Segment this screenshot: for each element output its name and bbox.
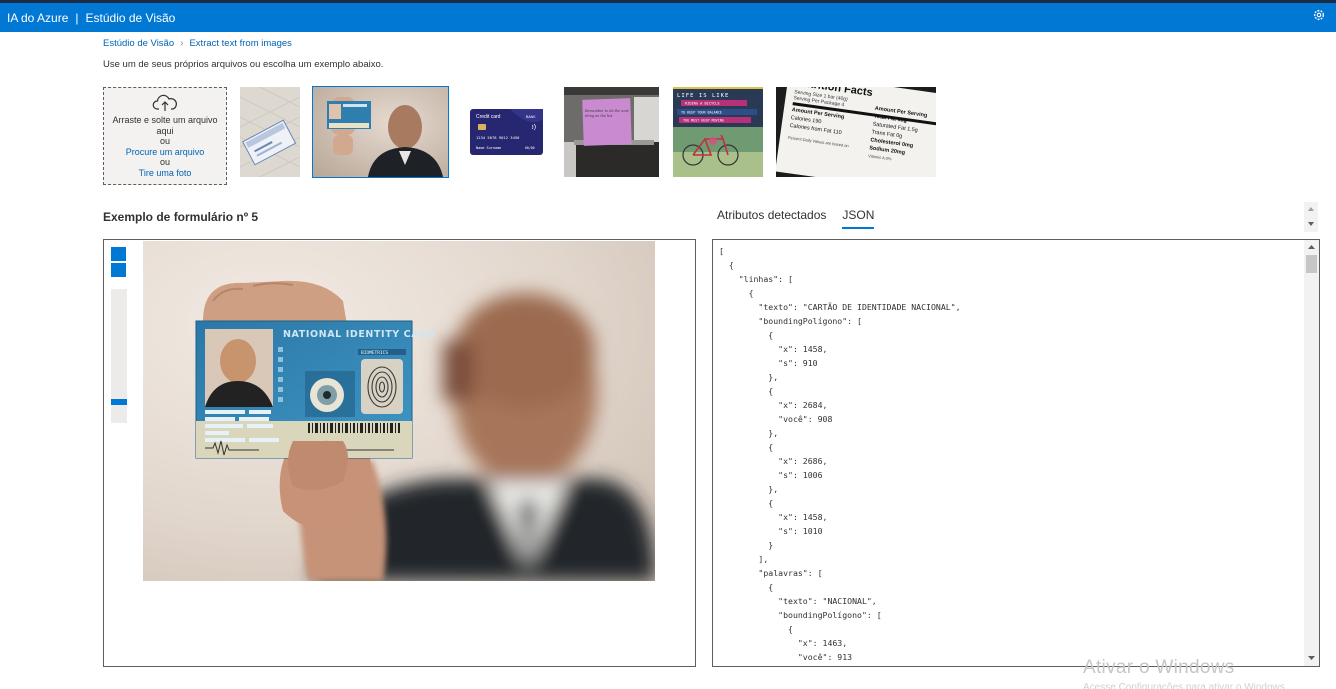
brand-label[interactable]: IA do Azure: [7, 11, 68, 25]
json-line: },: [719, 484, 779, 494]
id-card-title: NATIONAL IDENTITY CARD: [283, 329, 436, 340]
json-line: ],: [719, 554, 769, 564]
zoom-slider-thumb[interactable]: [111, 399, 127, 405]
json-line: {: [719, 582, 774, 592]
take-photo-link[interactable]: Tire uma foto: [104, 168, 226, 179]
poster-line-3: TO KEEP YOUR BALANCE: [681, 111, 722, 115]
tab-json[interactable]: JSON: [842, 208, 875, 229]
scroll-down-arrow-icon[interactable]: [1304, 652, 1319, 664]
json-line: {: [719, 442, 774, 452]
json-line: {: [719, 260, 734, 270]
sample-thumbnail-nutrition-facts[interactable]: Nutrition Facts Serving Size 1 bar (40g)…: [776, 87, 936, 177]
json-line: "x": 1463,: [719, 638, 848, 648]
header-separator: |: [75, 10, 79, 25]
json-line: [: [719, 246, 724, 256]
json-line: {: [719, 288, 754, 298]
json-line: "s": 1010: [719, 526, 823, 536]
json-output-panel[interactable]: [ { "linhas": [ { "texto": "CARTÃO DE ID…: [712, 239, 1320, 667]
json-line: {: [719, 624, 793, 634]
json-line: "linhas": [: [719, 274, 793, 284]
windows-activation-watermark: Ativar o Windows: [1083, 657, 1235, 678]
breadcrumb: Estúdio de Visão › Extract text from ima…: [103, 38, 292, 49]
json-line: "você": 913: [719, 652, 853, 662]
json-line: "boundingPolígono": [: [719, 316, 862, 326]
page-scroll-arrows[interactable]: [1304, 202, 1318, 232]
json-line: },: [719, 428, 779, 438]
upload-dropzone[interactable]: Arraste e solte um arquivo aqui ou Procu…: [103, 87, 227, 185]
sample-thumbnail-social-security[interactable]: [240, 87, 300, 177]
json-line: "você": 908: [719, 414, 833, 424]
json-line: "texto": "NACIONAL",: [719, 596, 877, 606]
credit-card-bank: BANK: [526, 115, 536, 119]
poster-line-2: RIDING A BICYCLE: [685, 102, 720, 106]
windows-activation-subtitle: Acesse Configurações para ativar o Windo…: [1083, 682, 1288, 689]
tab-detected-attributes[interactable]: Atributos detectados: [717, 208, 826, 229]
product-label[interactable]: Estúdio de Visão: [86, 11, 176, 25]
credit-card-name: Name Surname: [476, 146, 501, 150]
page-subtitle: Use um de seus próprios arquivos ou esco…: [103, 59, 384, 70]
upload-drag-text: Arraste e solte um arquivo aqui: [112, 115, 218, 136]
result-tabs: Atributos detectados JSON: [717, 208, 875, 229]
json-line: "x": 2684,: [719, 400, 828, 410]
sample-thumbnail-bicycle-poster[interactable]: LIFE IS LIKE RIDING A BICYCLE TO KEEP YO…: [673, 87, 763, 177]
json-line: },: [719, 372, 779, 382]
json-line: {: [719, 498, 774, 508]
json-line: "x": 1458,: [719, 512, 828, 522]
zoom-slider[interactable]: [111, 289, 127, 423]
poster-line-4: YOU MUST KEEP MOVING: [683, 119, 724, 123]
json-line: "x": 2686,: [719, 456, 828, 466]
credit-card-brand: Credit card: [476, 114, 501, 120]
breadcrumb-root[interactable]: Estúdio de Visão: [103, 38, 174, 49]
json-line: {: [719, 386, 774, 396]
json-line: "palavras": [: [719, 568, 823, 578]
breadcrumb-current[interactable]: Extract text from images: [189, 38, 291, 49]
gear-icon[interactable]: [1312, 8, 1326, 22]
image-preview-panel: NATIONAL IDENTITY CARD BIOMETRICS: [103, 239, 696, 667]
json-code-view[interactable]: [ { "linhas": [ { "texto": "CARTÃO DE ID…: [719, 244, 961, 664]
sample-photo-id-card: NATIONAL IDENTITY CARD BIOMETRICS: [143, 241, 655, 581]
zoom-out-button[interactable]: [111, 263, 126, 277]
json-line: "x": 1458,: [719, 344, 828, 354]
scroll-up-arrow-icon[interactable]: [1304, 241, 1319, 253]
chevron-right-icon: ›: [180, 38, 184, 49]
json-scrollbar-thumb[interactable]: [1306, 255, 1317, 273]
sample-thumbnail-sticky-note[interactable]: Remember to do the next thing on the lis…: [564, 87, 659, 177]
upload-or-1: ou: [159, 136, 170, 146]
json-line: {: [719, 330, 774, 340]
sample-thumbnail-credit-card[interactable]: Credit card BANK 1234 5678 9012 3456 Nam…: [470, 109, 543, 155]
sample-form-title: Exemplo de formulário nº 5: [103, 210, 259, 224]
cloud-upload-icon: [152, 94, 177, 111]
json-line: "boundingPolígono": [: [719, 610, 882, 620]
json-line: "texto": "CARTÃO DE IDENTIDADE NACIONAL"…: [719, 302, 961, 312]
zoom-in-button[interactable]: [111, 247, 126, 261]
poster-line-1: LIFE IS LIKE: [677, 93, 729, 99]
sticky-note-text: Remember to do the next thing on the lis…: [585, 109, 629, 118]
json-line: }: [719, 540, 774, 550]
credit-card-number: 1234 5678 9012 3456: [476, 135, 520, 140]
json-line: "s": 1006: [719, 470, 823, 480]
top-bar: IA do Azure | Estúdio de Visão: [0, 0, 1336, 32]
upload-or-2: ou: [159, 157, 170, 167]
json-scrollbar[interactable]: [1304, 240, 1319, 666]
credit-card-expiry: 00/00: [525, 146, 535, 150]
id-card-biometrics: BIOMETRICS: [361, 350, 388, 356]
sample-thumbnail-id-card[interactable]: [312, 86, 449, 178]
browse-file-link[interactable]: Procure um arquivo: [104, 147, 226, 158]
json-line: "s": 910: [719, 358, 818, 368]
